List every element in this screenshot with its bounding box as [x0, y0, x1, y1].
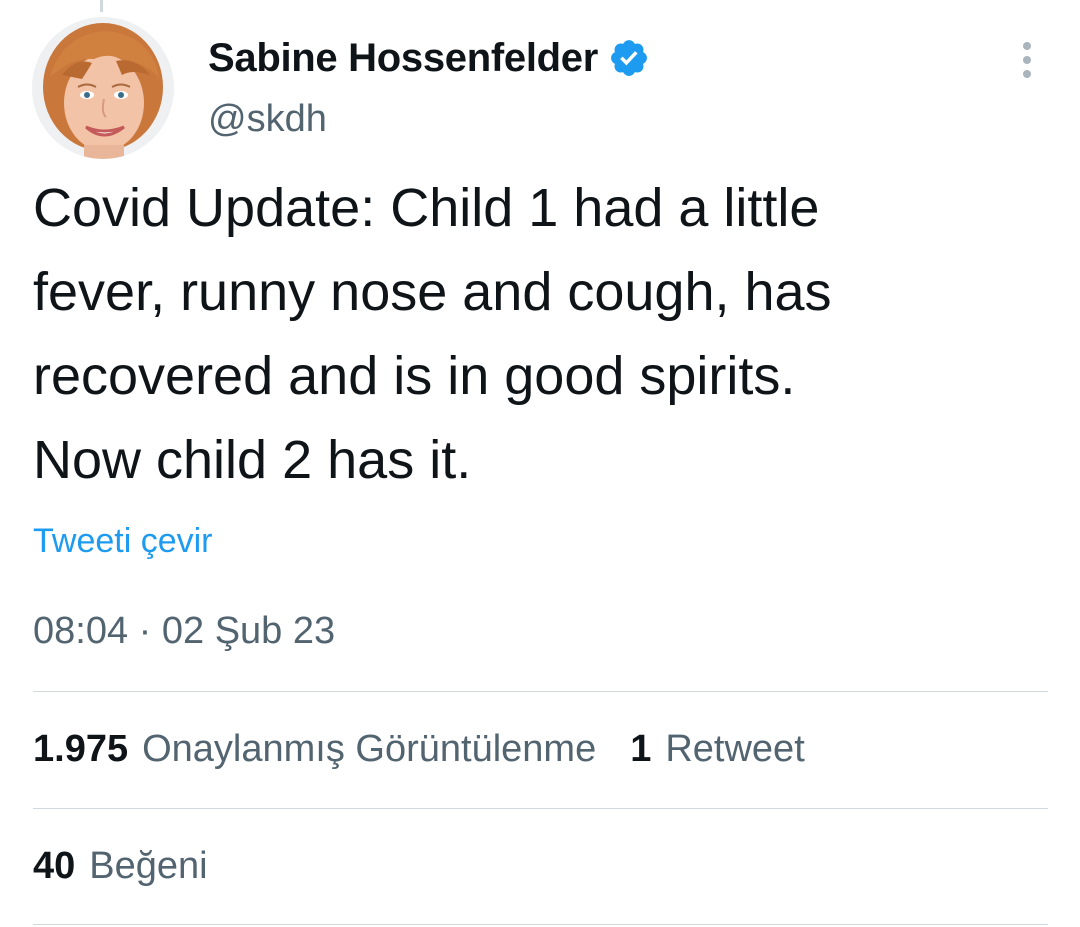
more-options-icon[interactable]: [1010, 38, 1044, 82]
author-display-name[interactable]: Sabine Hossenfelder: [208, 36, 598, 81]
stats-row: 1.975 Onaylanmış Görüntülenme 1 Retweet: [33, 728, 805, 771]
likes-stat[interactable]: 40 Beğeni: [33, 845, 208, 888]
author-handle[interactable]: @skdh: [208, 98, 327, 141]
divider: [33, 691, 1048, 692]
views-stat: 1.975 Onaylanmış Görüntülenme: [33, 728, 596, 771]
tweet-timestamp[interactable]: 08:04 · 02 Şub 23: [33, 610, 335, 653]
likes-row[interactable]: 40 Beğeni: [33, 845, 208, 888]
thread-connector-line: [100, 0, 103, 12]
divider: [33, 924, 1048, 925]
retweets-label: Retweet: [665, 728, 805, 770]
avatar-photo: [32, 17, 174, 159]
views-count: 1.975: [33, 728, 129, 770]
avatar[interactable]: [32, 17, 174, 159]
retweets-stat[interactable]: 1 Retweet: [630, 728, 805, 771]
retweets-count: 1: [630, 728, 652, 770]
author-name-row[interactable]: Sabine Hossenfelder: [208, 30, 650, 86]
verified-badge-icon: [608, 37, 650, 79]
divider: [33, 808, 1048, 809]
tweet-text: Covid Update: Child 1 had a little fever…: [33, 178, 832, 490]
translate-tweet-link[interactable]: Tweeti çevir: [33, 522, 213, 561]
likes-label: Beğeni: [89, 845, 208, 887]
views-label: Onaylanmış Görüntülenme: [142, 728, 597, 770]
likes-count: 40: [33, 845, 76, 887]
